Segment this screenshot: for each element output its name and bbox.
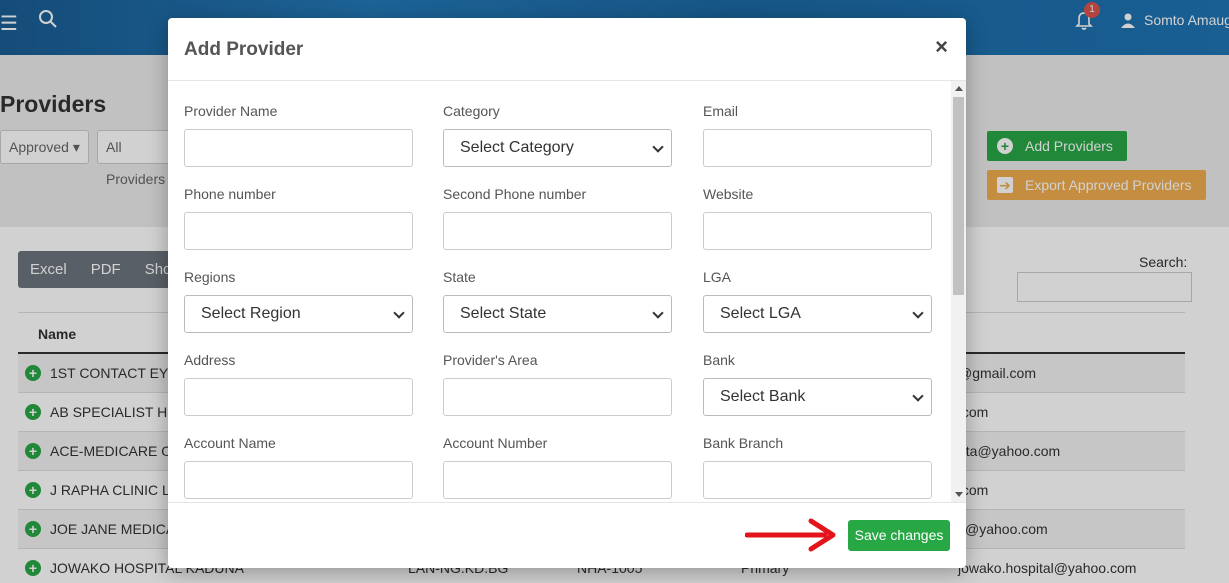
- second-phone-input[interactable]: [443, 212, 672, 250]
- state-select-value: Select State: [460, 305, 547, 322]
- provider-name-input[interactable]: [184, 129, 413, 167]
- modal-scrollbar[interactable]: [951, 81, 966, 502]
- website-label: Website: [703, 186, 754, 202]
- second-phone-label: Second Phone number: [443, 186, 587, 202]
- phone-input[interactable]: [184, 212, 413, 250]
- phone-group: Phone number: [184, 186, 413, 250]
- regions-label: Regions: [184, 269, 236, 285]
- scroll-down-icon[interactable]: [955, 492, 963, 497]
- email-input[interactable]: [703, 129, 932, 167]
- account-name-label: Account Name: [184, 435, 276, 451]
- providers-area-input[interactable]: [443, 378, 672, 416]
- scrollbar-thumb[interactable]: [953, 97, 964, 295]
- address-input[interactable]: [184, 378, 413, 416]
- chevron-down-icon: [912, 390, 924, 402]
- address-group: Address: [184, 352, 413, 416]
- bank-select[interactable]: Select Bank: [703, 378, 932, 416]
- lga-label: LGA: [703, 269, 732, 285]
- email-group: Email: [703, 103, 932, 167]
- bank-branch-group: Bank Branch: [703, 435, 932, 499]
- close-icon[interactable]: ×: [935, 36, 948, 58]
- add-provider-modal: Add Provider × Provider Name Category Se…: [168, 18, 966, 568]
- email-label: Email: [703, 103, 739, 119]
- account-number-input[interactable]: [443, 461, 672, 499]
- providers-area-group: Provider's Area: [443, 352, 672, 416]
- scroll-up-icon[interactable]: [955, 86, 963, 91]
- lga-select-value: Select LGA: [720, 305, 801, 322]
- regions-select[interactable]: Select Region: [184, 295, 413, 333]
- modal-body: Provider Name Category Select Category E…: [168, 81, 966, 502]
- provider-name-group: Provider Name: [184, 103, 413, 167]
- bank-branch-input[interactable]: [703, 461, 932, 499]
- red-arrow-icon: [745, 518, 836, 552]
- lga-select[interactable]: Select LGA: [703, 295, 932, 333]
- regions-select-value: Select Region: [201, 305, 301, 322]
- category-select-value: Select Category: [460, 139, 574, 156]
- modal-header: Add Provider ×: [168, 18, 966, 81]
- category-group: Category Select Category: [443, 103, 672, 167]
- phone-label: Phone number: [184, 186, 276, 202]
- website-input[interactable]: [703, 212, 932, 250]
- lga-group: LGA Select LGA: [703, 269, 932, 333]
- modal-footer: Save changes: [168, 502, 966, 568]
- bank-branch-label: Bank Branch: [703, 435, 784, 451]
- account-number-group: Account Number: [443, 435, 672, 499]
- account-name-input[interactable]: [184, 461, 413, 499]
- website-group: Website: [703, 186, 932, 250]
- state-group: State Select State: [443, 269, 672, 333]
- state-select[interactable]: Select State: [443, 295, 672, 333]
- bank-label: Bank: [703, 352, 735, 368]
- chevron-down-icon: [912, 307, 924, 319]
- category-select[interactable]: Select Category: [443, 129, 672, 167]
- second-phone-group: Second Phone number: [443, 186, 672, 250]
- regions-group: Regions Select Region: [184, 269, 413, 333]
- chevron-down-icon: [393, 307, 405, 319]
- bank-group: Bank Select Bank: [703, 352, 932, 416]
- state-label: State: [443, 269, 476, 285]
- provider-name-label: Provider Name: [184, 103, 278, 119]
- account-name-group: Account Name: [184, 435, 413, 499]
- chevron-down-icon: [652, 307, 664, 319]
- chevron-down-icon: [652, 141, 664, 153]
- address-label: Address: [184, 352, 236, 368]
- save-changes-button[interactable]: Save changes: [848, 520, 950, 551]
- bank-select-value: Select Bank: [720, 388, 806, 405]
- modal-title: Add Provider: [184, 39, 304, 60]
- providers-area-label: Provider's Area: [443, 352, 538, 368]
- account-number-label: Account Number: [443, 435, 548, 451]
- category-label: Category: [443, 103, 500, 119]
